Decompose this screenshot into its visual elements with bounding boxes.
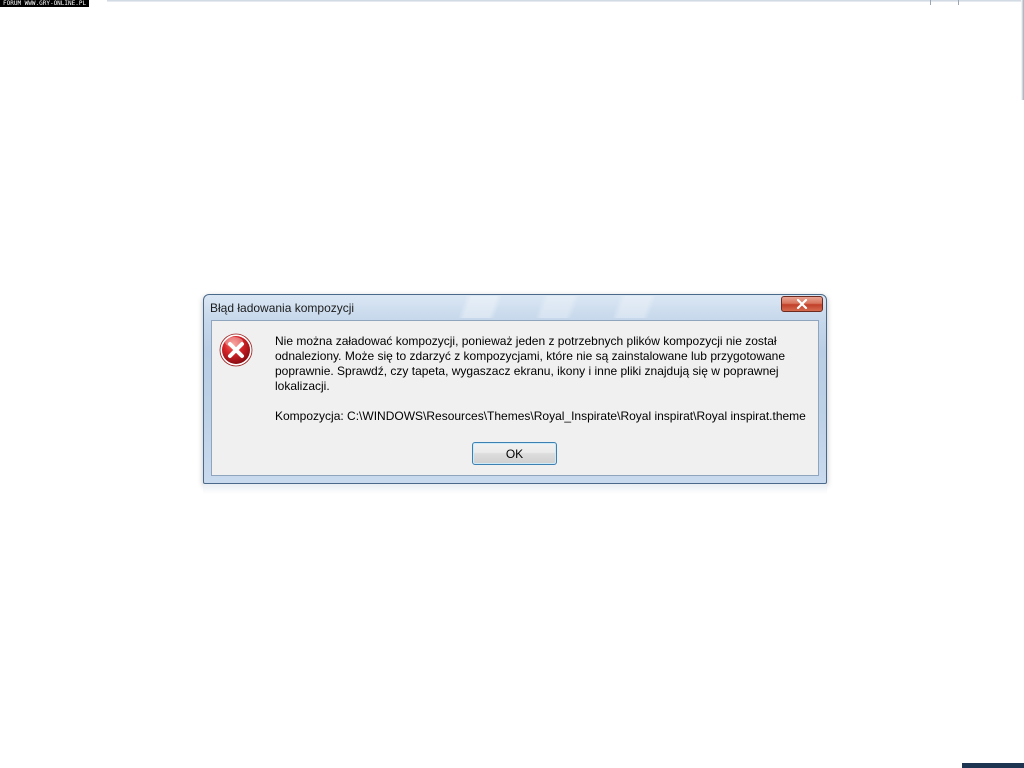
- background-window-control: [930, 0, 931, 5]
- close-icon: [796, 299, 808, 309]
- error-dialog: Błąd ładowania kompozycji Nie można zała…: [203, 294, 827, 484]
- taskbar-corner: [962, 763, 1024, 768]
- background-window-edge: [107, 0, 1024, 2]
- dialog-body: Nie można załadować kompozycji, ponieważ…: [211, 320, 819, 476]
- error-message-text: Nie można załadować kompozycji, ponieważ…: [275, 334, 786, 393]
- dialog-title: Błąd ładowania kompozycji: [210, 301, 355, 315]
- close-button[interactable]: [781, 296, 823, 312]
- desktop: FORUM WWW.GRY-ONLINE.PL Błąd ładowania k…: [0, 0, 1024, 768]
- dialog-message: Nie można załadować kompozycji, ponieważ…: [275, 334, 825, 424]
- ok-button[interactable]: OK: [472, 442, 557, 465]
- error-icon: [219, 333, 253, 367]
- dialog-shadow: [203, 484, 827, 494]
- theme-path-text: Kompozycja: C:\WINDOWS\Resources\Themes\…: [275, 409, 806, 423]
- watermark: FORUM WWW.GRY-ONLINE.PL: [0, 0, 90, 7]
- background-window-control: [958, 0, 959, 5]
